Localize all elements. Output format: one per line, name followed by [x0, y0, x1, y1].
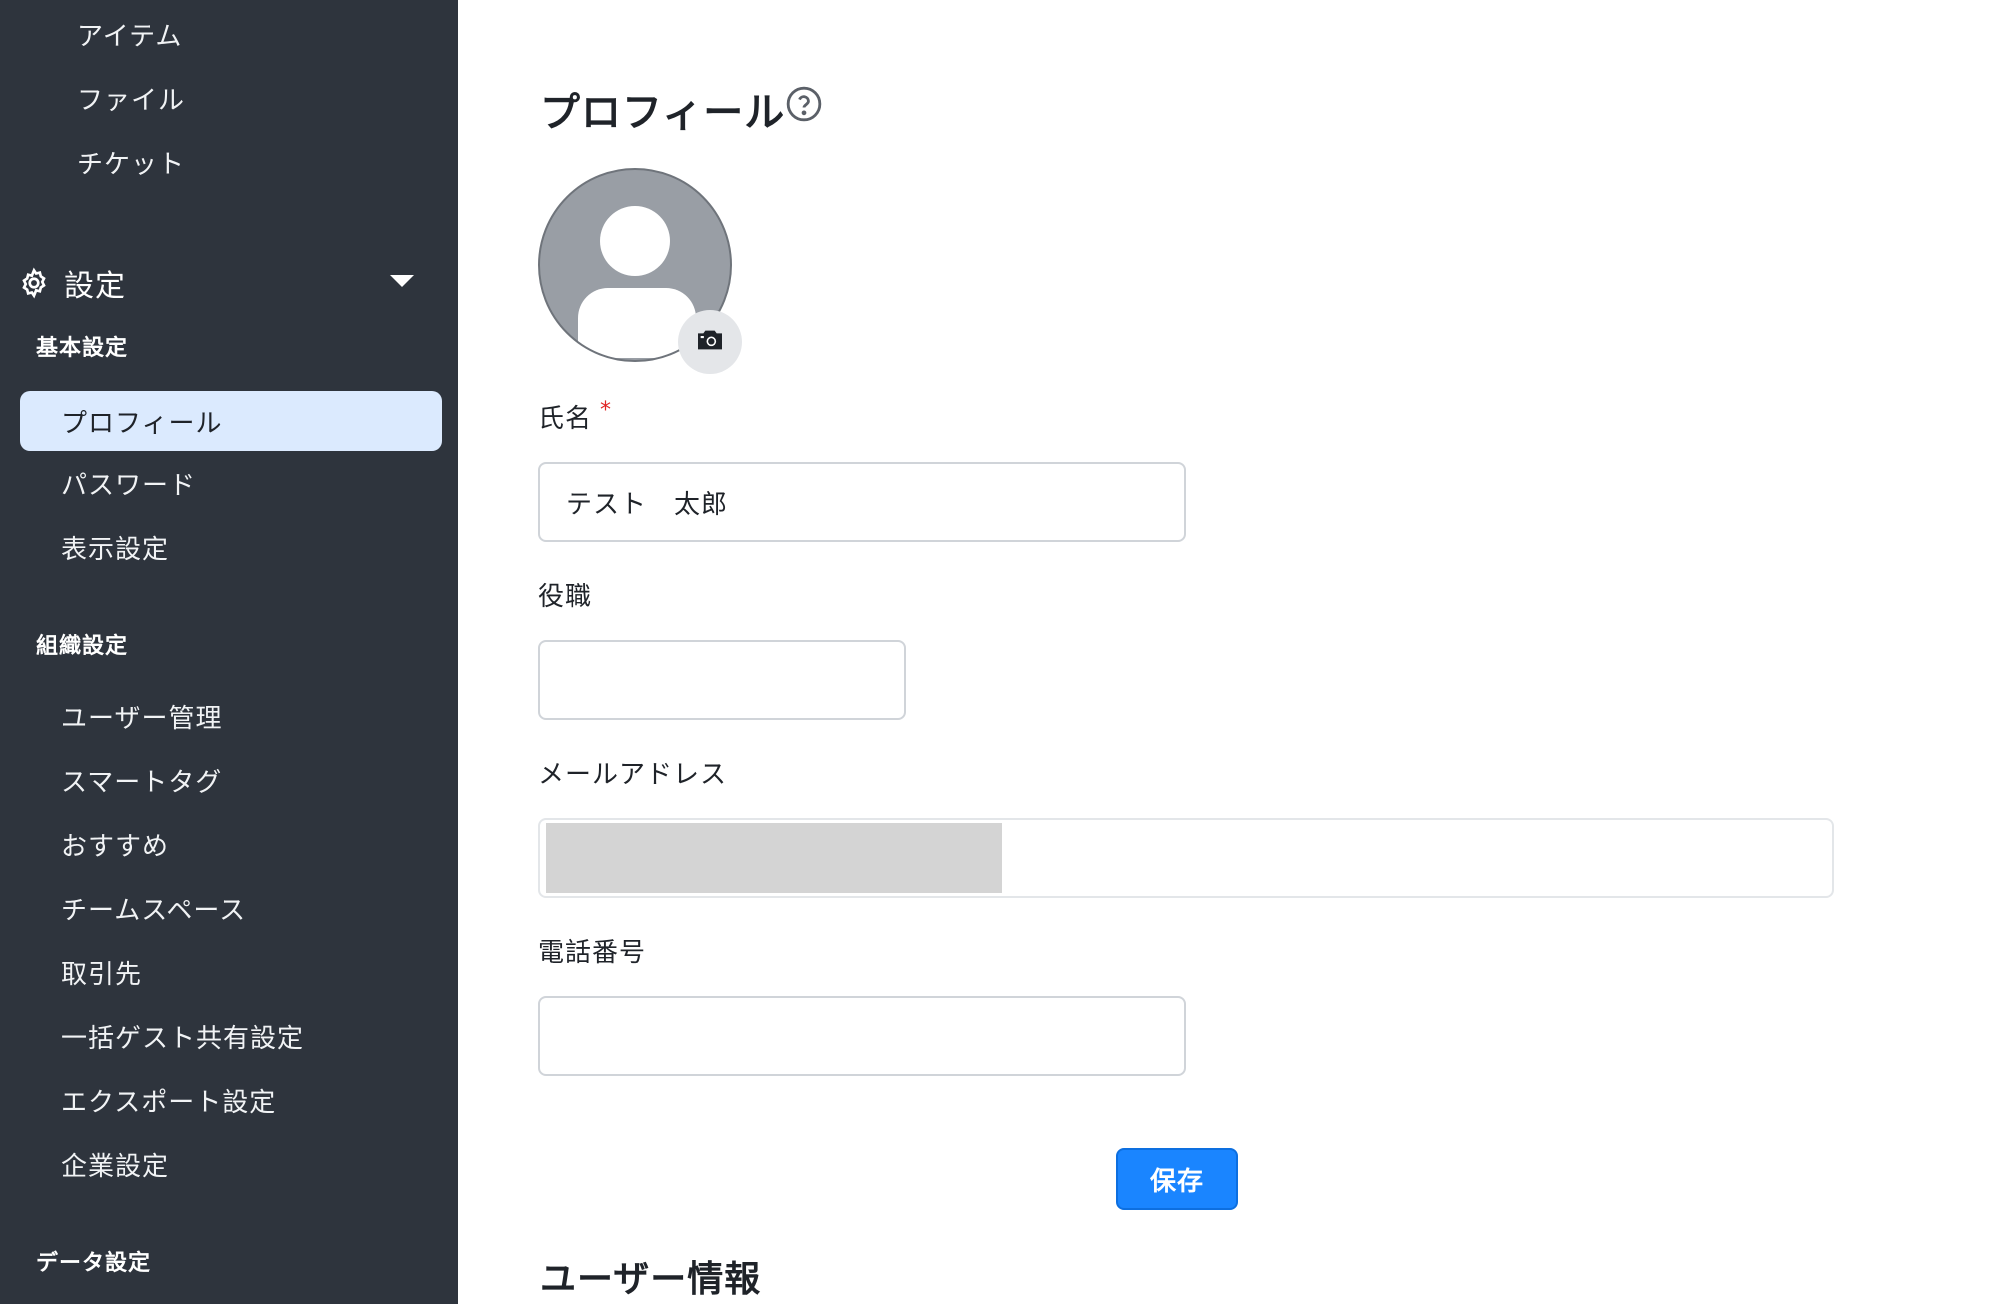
sidebar-item-profile[interactable]: プロフィール: [20, 391, 442, 451]
sidebar-item-items[interactable]: アイテム: [20, 4, 442, 64]
position-label: 役職: [538, 582, 593, 612]
sidebar-item-label: チームスペース: [61, 895, 247, 926]
sidebar-item-label: プロフィール: [61, 408, 223, 439]
name-label: 氏名 *: [538, 398, 612, 435]
sidebar-item-label: エクスポート設定: [61, 1087, 277, 1118]
avatar-head-shape: [600, 206, 670, 276]
main-content: プロフィール 氏名 * テスト 太郎 役職 メールアドレス 電話番号 保存 ユー…: [458, 0, 1994, 1304]
user-info-title: ユーザー情報: [540, 1259, 762, 1300]
sidebar-item-label: 一括ゲスト共有設定: [61, 1023, 305, 1054]
sidebar-group-org: 組織設定: [36, 634, 129, 659]
sidebar-item-files[interactable]: ファイル: [20, 68, 442, 128]
sidebar-settings-toggle[interactable]: 設定: [18, 255, 414, 311]
sidebar-item-smart-tags[interactable]: スマートタグ: [20, 750, 442, 810]
sidebar-item-label: パスワード: [61, 470, 197, 501]
sidebar-item-user-management[interactable]: ユーザー管理: [20, 686, 442, 746]
sidebar-settings-label: 設定: [64, 269, 126, 304]
sidebar-item-label: おすすめ: [61, 831, 170, 862]
sidebar-item-bulk-guest-share[interactable]: 一括ゲスト共有設定: [20, 1006, 442, 1066]
name-input-value: テスト 太郎: [566, 489, 729, 520]
phone-label: 電話番号: [538, 938, 647, 968]
caret-down-icon: [390, 275, 414, 287]
required-mark: *: [600, 398, 613, 423]
sidebar-item-clients[interactable]: 取引先: [20, 942, 442, 1002]
sidebar-group-basic: 基本設定: [36, 336, 129, 361]
sidebar-item-label: 企業設定: [61, 1151, 170, 1182]
sidebar-item-label: チケット: [77, 149, 186, 180]
sidebar-item-label: ファイル: [77, 85, 186, 116]
sidebar-item-team-space[interactable]: チームスペース: [20, 878, 442, 938]
name-input[interactable]: テスト 太郎: [538, 462, 1186, 542]
sidebar-item-label: アイテム: [77, 21, 183, 52]
sidebar-item-label: ユーザー管理: [61, 703, 223, 734]
redacted-email-value: [546, 823, 1002, 893]
email-label: メールアドレス: [538, 760, 728, 790]
sidebar-item-company-settings[interactable]: 企業設定: [20, 1134, 442, 1194]
change-photo-button[interactable]: [678, 310, 742, 374]
sidebar-item-display-settings[interactable]: 表示設定: [20, 517, 442, 577]
sidebar-item-label: 表示設定: [61, 534, 170, 565]
sidebar-group-data: データ設定: [36, 1251, 152, 1276]
page-title: プロフィール: [540, 90, 786, 136]
gear-icon: [18, 267, 50, 299]
sidebar-item-export-settings[interactable]: エクスポート設定: [20, 1070, 442, 1130]
question-circle-icon[interactable]: [785, 85, 823, 123]
phone-input[interactable]: [538, 996, 1186, 1076]
sidebar-item-recommend[interactable]: おすすめ: [20, 814, 442, 874]
save-button[interactable]: 保存: [1116, 1148, 1238, 1210]
sidebar-item-label: スマートタグ: [61, 767, 223, 798]
name-label-text: 氏名: [538, 404, 593, 434]
position-input[interactable]: [538, 640, 906, 720]
email-input[interactable]: [538, 818, 1834, 898]
sidebar-item-label: 取引先: [61, 959, 143, 990]
sidebar: アイテム ファイル チケット 設定 基本設定 プロフィール パスワード 表示設定…: [0, 0, 458, 1304]
sidebar-item-tickets[interactable]: チケット: [20, 132, 442, 192]
sidebar-item-password[interactable]: パスワード: [20, 453, 442, 513]
camera-icon: [694, 324, 726, 360]
